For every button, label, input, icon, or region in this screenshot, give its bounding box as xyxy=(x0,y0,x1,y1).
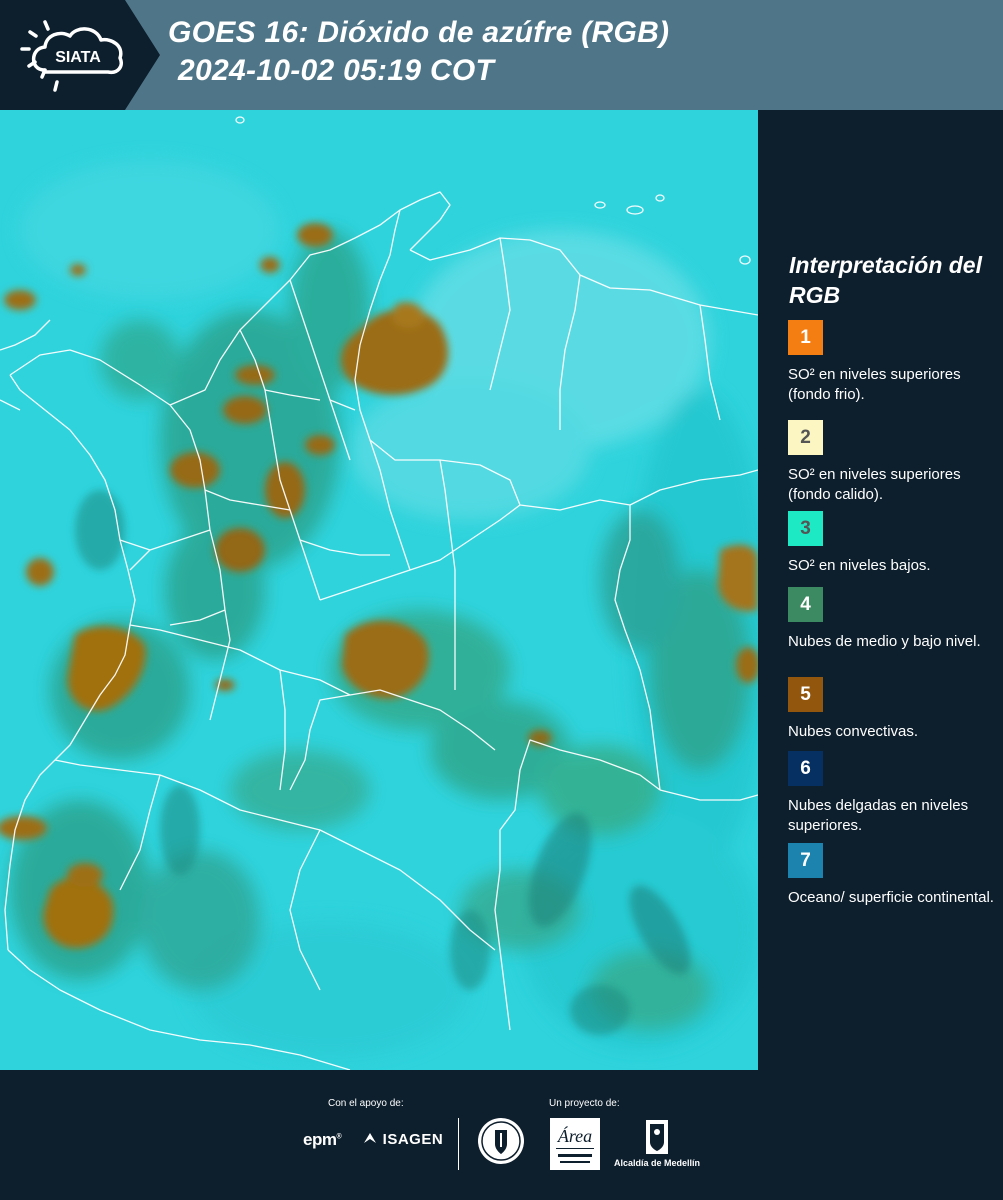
legend-item-4: 4 Nubes de medio y bajo nivel. xyxy=(788,587,998,672)
project-label: Un proyecto de: xyxy=(549,1098,620,1109)
legend-swatch: 4 xyxy=(788,587,823,622)
alcaldia-medellin-logo: Alcaldía de Medellín xyxy=(612,1118,702,1170)
legend-description: Nubes de medio y bajo nivel. xyxy=(788,633,981,650)
legend-description: Oceano/ superficie continental. xyxy=(788,889,994,906)
svg-text:Área: Área xyxy=(557,1125,592,1146)
legend-swatch: 5 xyxy=(788,677,823,712)
satellite-image xyxy=(0,110,758,1070)
footer: Con el apoyo de: Un proyecto de: epm® IS… xyxy=(0,1070,1003,1200)
isagen-logo: ISAGEN xyxy=(362,1131,443,1148)
legend-description: SO² en niveles superiores (fondo frio). xyxy=(788,366,961,403)
legend-item-3: 3 SO² en niveles bajos. xyxy=(788,511,998,596)
siata-logo: SIATA xyxy=(0,0,160,110)
legend-item-2: 2 SO² en niveles superiores (fondo calido… xyxy=(788,420,998,505)
legend-title: Interpretación del RGB xyxy=(789,252,982,308)
svg-text:SIATA: SIATA xyxy=(55,49,101,66)
timestamp: 2024-10-02 05:19 COT xyxy=(178,54,495,87)
footer-divider xyxy=(458,1118,459,1170)
medellin-seal-icon xyxy=(478,1118,524,1164)
legend-swatch: 7 xyxy=(788,843,823,878)
legend-item-6: 6 Nubes delgadas en niveles superiores. xyxy=(788,751,998,836)
legend-swatch: 1 xyxy=(788,320,823,355)
legend-swatch: 6 xyxy=(788,751,823,786)
legend-description: Nubes delgadas en niveles superiores. xyxy=(788,797,969,834)
legend-item-7: 7 Oceano/ superficie continental. xyxy=(788,843,998,928)
legend-description: SO² en niveles superiores (fondo calido)… xyxy=(788,466,961,503)
legend-swatch: 3 xyxy=(788,511,823,546)
legend-panel: Interpretación del RGB 1 SO² en niveles s… xyxy=(760,110,1003,1070)
area-metropolitana-logo: Área xyxy=(550,1118,600,1170)
epm-logo: epm® xyxy=(303,1130,342,1149)
support-label: Con el apoyo de: xyxy=(328,1098,404,1109)
header-bar: SIATA GOES 16: Dióxido de azúfre (RGB) 2… xyxy=(0,0,1003,110)
legend-item-1: 1 SO² en niveles superiores (fondo frio). xyxy=(788,320,998,405)
satellite-map xyxy=(0,110,758,1070)
legend-swatch: 2 xyxy=(788,420,823,455)
page-title: GOES 16: Dióxido de azúfre (RGB) xyxy=(168,16,670,49)
legend-item-5: 5 Nubes convectivas. xyxy=(788,677,998,762)
